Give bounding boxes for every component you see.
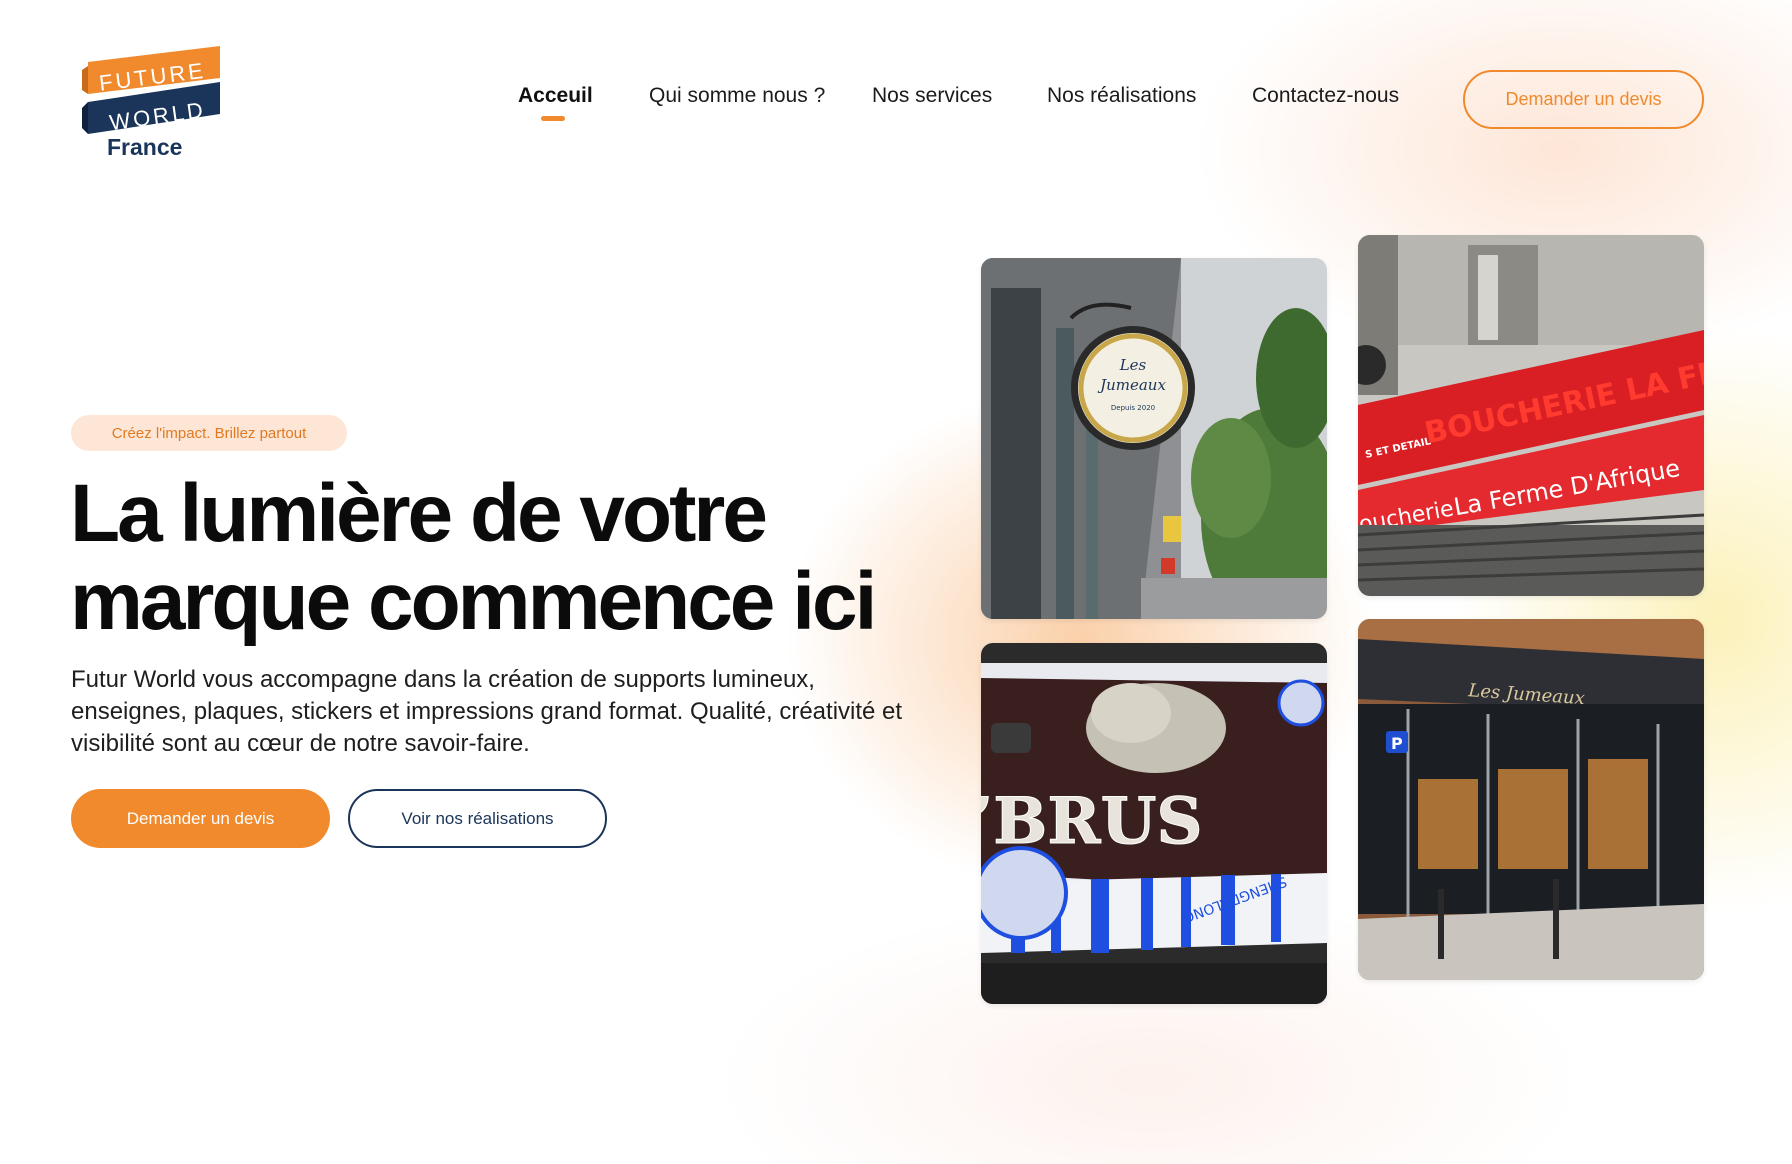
hero-title: La lumière de votre marque commence ici xyxy=(70,470,930,646)
logo-text-france: France xyxy=(107,134,182,160)
nav-item-label: Nos services xyxy=(872,84,993,107)
hero-tagline-badge: Créez l'impact. Brillez partout xyxy=(71,415,347,451)
nav-item-label: Acceuil xyxy=(518,84,593,107)
hero-portfolio-button[interactable]: Voir nos réalisations xyxy=(348,789,607,848)
hero-title-line2: marque commence ici xyxy=(70,556,877,647)
sign-text: Jumeaux xyxy=(1097,376,1166,394)
hero-description: Futur World vous accompagne dans la créa… xyxy=(71,666,903,757)
gallery-photo-letters-workshop[interactable]: ’BRUS SHENGDALONG xyxy=(981,643,1327,1004)
nav-item-nos-realisations[interactable]: Nos réalisations xyxy=(1047,84,1196,108)
nav-item-label: Nos réalisations xyxy=(1047,84,1197,107)
nav-item-label: Contactez-nous xyxy=(1252,84,1400,107)
header-quote-button[interactable]: Demander un devis xyxy=(1463,70,1704,129)
hero-title-line1: La lumière de votre xyxy=(70,468,768,559)
sign-text: Depuis 2020 xyxy=(1111,404,1155,412)
nav-item-nos-services[interactable]: Nos services xyxy=(872,84,992,108)
nav-item-qui-somme-nous[interactable]: Qui somme nous ? xyxy=(649,84,825,108)
gallery-photo-hanging-sign[interactable]: Les Jumeaux Depuis 2020 xyxy=(981,258,1327,619)
nav-item-accueil[interactable]: Acceuil xyxy=(518,84,593,121)
brand-logo[interactable]: FUTURE WORLD France xyxy=(80,44,230,164)
sign-text: Les xyxy=(1119,356,1147,374)
active-indicator xyxy=(541,116,565,121)
sign-text: P xyxy=(1391,734,1403,753)
gallery-photo-storefront-night[interactable]: Les Jumeaux P xyxy=(1358,619,1704,980)
hero-quote-button[interactable]: Demander un devis xyxy=(71,789,330,848)
gallery-photo-butcher-sign[interactable]: BOUCHERIE LA FERME S ET DETAIL La Ferme … xyxy=(1358,235,1704,596)
nav-item-contactez-nous[interactable]: Contactez-nous xyxy=(1252,84,1399,108)
nav-item-label: Qui somme nous ? xyxy=(649,84,826,107)
